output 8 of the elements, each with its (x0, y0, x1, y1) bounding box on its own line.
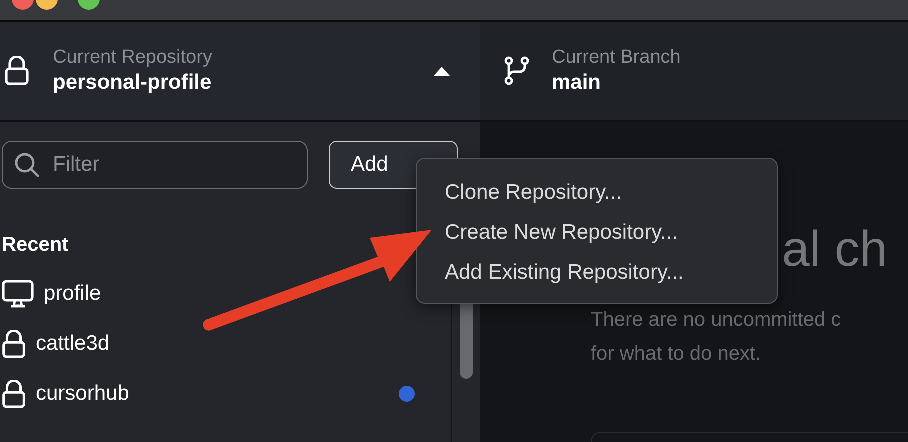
section-heading: Recent (1, 233, 70, 257)
repository-name: personal-profile (53, 70, 213, 96)
current-branch-label: Current Branch (552, 46, 682, 70)
changes-heading: al ch (782, 222, 888, 276)
current-repository-label: Current Repository (53, 46, 214, 70)
description-text: There are no uncommitted c (591, 308, 842, 333)
description-text: for what to do next. (591, 342, 762, 367)
branch-name: main (552, 70, 602, 96)
